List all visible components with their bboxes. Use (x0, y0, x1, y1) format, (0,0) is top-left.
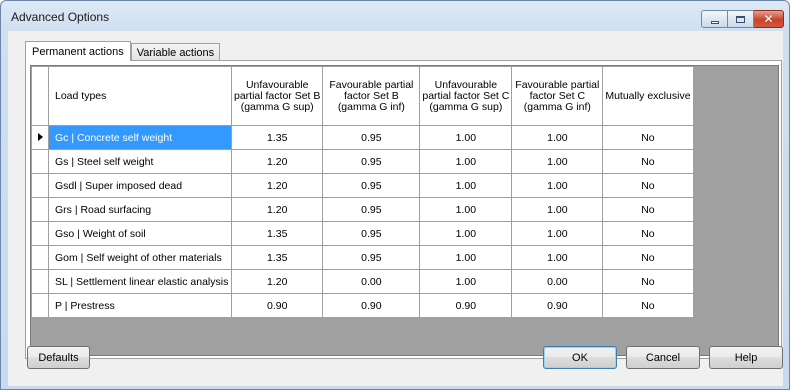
fav-set-b-cell[interactable]: 0.95 (322, 245, 421, 270)
table-header-row: Load types Unfavourable partial factor Se… (31, 66, 694, 126)
unfav-set-b-cell[interactable]: 1.35 (230, 245, 324, 270)
table-row[interactable]: Gs | Steel self weight 1.20 0.95 1.00 1.00 No (31, 149, 694, 174)
window-title: Advanced Options (11, 10, 110, 24)
fav-set-c-cell[interactable]: 1.00 (511, 173, 604, 198)
row-header[interactable] (31, 269, 49, 294)
unfav-set-c-cell[interactable]: 1.00 (419, 269, 513, 294)
header-line: Load types (55, 89, 107, 102)
mutually-exclusive-cell[interactable]: No (602, 221, 694, 246)
tab-permanent-actions[interactable]: Permanent actions (25, 41, 131, 61)
column-header-unfav-set-b[interactable]: Unfavourable partial factor Set B (gamma G… (230, 66, 324, 126)
load-type-cell[interactable]: P | Prestress (48, 293, 232, 318)
unfav-set-c-cell[interactable]: 1.00 (419, 149, 513, 174)
tab-variable-actions[interactable]: Variable actions (130, 43, 221, 61)
header-line: (gamma G inf) (523, 100, 591, 113)
row-header[interactable] (31, 221, 49, 246)
unfav-set-c-cell[interactable]: 1.00 (419, 245, 513, 270)
row-header[interactable] (31, 197, 49, 222)
header-line: (gamma G inf) (337, 100, 405, 113)
fav-set-c-cell[interactable]: 1.00 (511, 149, 604, 174)
load-factors-grid[interactable]: Load types Unfavourable partial factor Se… (30, 65, 779, 356)
column-header-mutually-exclusive[interactable]: Mutually exclusive (602, 66, 694, 126)
close-button[interactable]: ✕ (754, 10, 784, 28)
ok-button[interactable]: OK (543, 346, 617, 369)
load-type-cell[interactable]: SL | Settlement linear elastic analysis (48, 269, 232, 294)
permanent-actions-panel: Load types Unfavourable partial factor Se… (25, 60, 782, 359)
unfav-set-c-cell[interactable]: 1.00 (419, 221, 513, 246)
minimize-icon (710, 20, 719, 24)
load-type-cell[interactable]: Gsdl | Super imposed dead (48, 173, 232, 198)
fav-set-c-cell[interactable]: 1.00 (511, 221, 604, 246)
unfav-set-c-cell[interactable]: 1.00 (419, 125, 513, 150)
unfav-set-b-cell[interactable]: 1.20 (230, 269, 324, 294)
maximize-icon (736, 15, 745, 23)
fav-set-c-cell[interactable]: 1.00 (511, 197, 604, 222)
table-row[interactable]: Gom | Self weight of other materials 1.35… (31, 245, 694, 270)
dialog-client-area: Permanent actions Variable actions Load … (8, 31, 783, 386)
fav-set-b-cell[interactable]: 0.95 (322, 197, 421, 222)
row-header[interactable] (31, 245, 49, 270)
minimize-button[interactable] (701, 10, 728, 28)
row-header[interactable] (31, 173, 49, 198)
unfav-set-b-cell[interactable]: 1.35 (230, 125, 324, 150)
mutually-exclusive-cell[interactable]: No (602, 269, 694, 294)
mutually-exclusive-cell[interactable]: No (602, 245, 694, 270)
unfav-set-b-cell[interactable]: 1.20 (230, 149, 324, 174)
fav-set-b-cell[interactable]: 0.90 (322, 293, 421, 318)
header-line: Mutually exclusive (605, 89, 691, 102)
unfav-set-c-cell[interactable]: 1.00 (419, 197, 513, 222)
table-row[interactable]: Gso | Weight of soil 1.35 0.95 1.00 1.00 No (31, 221, 694, 246)
load-type-cell[interactable]: Gom | Self weight of other materials (48, 245, 232, 270)
defaults-button[interactable]: Defaults (27, 346, 90, 369)
mutually-exclusive-cell[interactable]: No (602, 197, 694, 222)
load-type-cell[interactable]: Gc | Concrete self weight (48, 125, 232, 150)
load-type-cell[interactable]: Grs | Road surfacing (48, 197, 232, 222)
load-factors-table: Load types Unfavourable partial factor Se… (31, 66, 694, 318)
load-type-cell[interactable]: Gs | Steel self weight (48, 149, 232, 174)
unfav-set-c-cell[interactable]: 1.00 (419, 173, 513, 198)
table-row[interactable]: Gsdl | Super imposed dead 1.20 0.95 1.00 1.0… (31, 173, 694, 198)
tab-strip: Permanent actions Variable actions (25, 41, 221, 61)
fav-set-b-cell[interactable]: 0.95 (322, 221, 421, 246)
current-row-arrow-icon (37, 132, 43, 141)
advanced-options-window: Advanced Options ✕ Permanent actions Var… (0, 0, 790, 390)
table-row[interactable]: Gc | Concrete self weight 1.35 0.95 1.00 1.0… (31, 125, 694, 150)
fav-set-c-cell[interactable]: 0.90 (511, 293, 604, 318)
mutually-exclusive-cell[interactable]: No (602, 293, 694, 318)
help-button[interactable]: Help (709, 346, 783, 369)
mutually-exclusive-cell[interactable]: No (602, 173, 694, 198)
table-row[interactable]: Grs | Road surfacing 1.20 0.95 1.00 1.00 No (31, 197, 694, 222)
fav-set-c-cell[interactable]: 0.00 (511, 269, 604, 294)
row-header-corner (31, 66, 49, 126)
fav-set-b-cell[interactable]: 0.95 (322, 149, 421, 174)
fav-set-b-cell[interactable]: 0.95 (322, 173, 421, 198)
header-line: (gamma G sup) (429, 100, 503, 113)
maximize-button[interactable] (728, 10, 754, 28)
unfav-set-b-cell[interactable]: 1.35 (230, 221, 324, 246)
column-header-load-types[interactable]: Load types (48, 66, 232, 126)
column-header-unfav-set-c[interactable]: Unfavourable partial factor Set C (gamma G… (419, 66, 513, 126)
mutually-exclusive-cell[interactable]: No (602, 149, 694, 174)
load-type-cell[interactable]: Gso | Weight of soil (48, 221, 232, 246)
unfav-set-b-cell[interactable]: 1.20 (230, 173, 324, 198)
column-header-fav-set-c[interactable]: Favourable partial factor Set C (gamma G i… (511, 66, 604, 126)
fav-set-b-cell[interactable]: 0.00 (322, 269, 421, 294)
fav-set-c-cell[interactable]: 1.00 (511, 125, 604, 150)
row-header[interactable] (31, 125, 49, 150)
close-icon: ✕ (763, 12, 774, 26)
fav-set-c-cell[interactable]: 1.00 (511, 245, 604, 270)
cancel-button[interactable]: Cancel (626, 346, 700, 369)
unfav-set-b-cell[interactable]: 0.90 (230, 293, 324, 318)
mutually-exclusive-cell[interactable]: No (602, 125, 694, 150)
row-header[interactable] (31, 293, 49, 318)
table-row[interactable]: P | Prestress 0.90 0.90 0.90 0.90 No (31, 293, 694, 318)
header-line: (gamma G sup) (240, 100, 314, 113)
title-bar[interactable]: Advanced Options ✕ (1, 1, 789, 31)
fav-set-b-cell[interactable]: 0.95 (322, 125, 421, 150)
column-header-fav-set-b[interactable]: Favourable partial factor Set B (gamma G i… (322, 66, 421, 126)
row-header[interactable] (31, 149, 49, 174)
unfav-set-c-cell[interactable]: 0.90 (419, 293, 513, 318)
table-row[interactable]: SL | Settlement linear elastic analysis 1… (31, 269, 694, 294)
unfav-set-b-cell[interactable]: 1.20 (230, 197, 324, 222)
